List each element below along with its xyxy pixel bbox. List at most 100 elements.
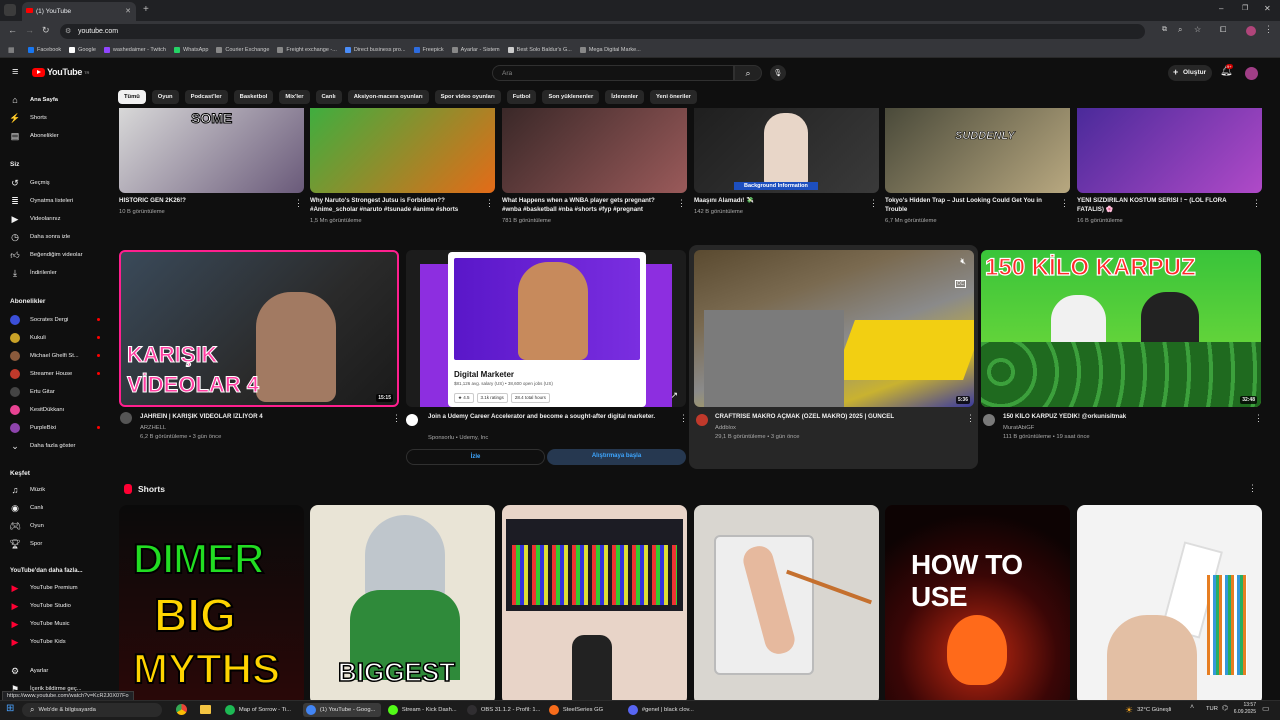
reload-icon[interactable]: ↻ — [42, 25, 50, 36]
ad-start-button[interactable]: Alıştırmaya başla — [547, 449, 686, 465]
sidebar-item[interactable]: ⌂ Ana Sayfa — [10, 95, 100, 105]
video-title[interactable]: CRAFTRİSE MAKRO AÇMAK (ÖZEL MAKRO) 2025 … — [715, 413, 965, 422]
taskbar-app[interactable]: OBS 31.1.2 - Profil: 1... — [464, 703, 542, 717]
tab-search-button[interactable] — [4, 4, 16, 16]
taskbar-app[interactable]: #genel | black clov... — [625, 703, 703, 717]
video-thumbnail[interactable]: SOME — [119, 108, 304, 193]
ad-title[interactable]: Join a Udemy Career Accelerator and beco… — [428, 413, 668, 431]
tab-close-icon[interactable]: ✕ — [125, 7, 131, 15]
sidebar-item[interactable]: Michael Ghelfi St... — [10, 351, 100, 361]
short-card-4[interactable] — [694, 505, 879, 705]
weather-widget[interactable]: ☀ 32°C Güneşli — [1125, 703, 1171, 717]
chip-filter[interactable]: Aksiyon-macera oyunları — [347, 90, 429, 104]
chip-filter[interactable]: Basketbol — [233, 90, 274, 104]
ad-thumbnail[interactable]: Digital Marketer $81,126 avg. salary (US)… — [406, 250, 686, 407]
channel-avatar[interactable] — [120, 412, 132, 424]
video-thumbnail[interactable]: 🔇︎ CC 5:36 — [694, 250, 974, 407]
notifications-bell-icon[interactable]: 🔔︎ 9+ — [1220, 64, 1233, 77]
video-more-icon[interactable]: ⋮ — [869, 199, 878, 208]
site-info-icon[interactable]: ⚙ — [65, 27, 71, 35]
bookmark-item[interactable]: Direct business pro... — [344, 46, 406, 53]
channel-avatar[interactable] — [983, 414, 995, 426]
sidebar-item[interactable]: ▶ YouTube Music — [10, 619, 100, 629]
sidebar-item[interactable]: 👍︎ Beğendiğim videolar — [10, 250, 100, 260]
sidebar-section-subscriptions[interactable]: Abonelikler — [10, 298, 45, 305]
sidebar-section-you[interactable]: Siz — [10, 161, 19, 168]
chip-filter[interactable]: Son yüklenenler — [542, 90, 600, 104]
video-more-icon[interactable]: ⋮ — [392, 414, 401, 423]
sidebar-item[interactable]: ⌄ Daha fazla göster — [10, 441, 100, 451]
zoom-icon[interactable]: ⌕ — [1178, 25, 1182, 35]
clock[interactable]: 13:57 6.09.2025 — [1226, 702, 1256, 716]
sidebar-item[interactable]: PurpleBixi — [10, 423, 100, 433]
sidebar-item[interactable]: ⚡ Shorts — [9, 113, 100, 123]
sidebar-item[interactable]: ↺ Geçmiş — [10, 178, 100, 188]
tray-chevron-icon[interactable]: ˄ — [1190, 704, 1194, 711]
cast-icon[interactable]: ⧉ — [1162, 26, 1167, 34]
chip-filter[interactable]: Mix'ler — [279, 90, 310, 104]
video-title[interactable]: YENİ SIZDIRILAN KOSTÜM SERİSİ ! ~ (LOL F… — [1077, 197, 1247, 215]
sidebar-item[interactable]: ▶ YouTube Premium — [10, 583, 100, 593]
channel-name[interactable]: MuratAbiGF — [1003, 425, 1034, 431]
bookmark-item[interactable]: WhatsApp — [174, 46, 208, 53]
sidebar-item[interactable]: ♫ Müzik — [10, 485, 100, 495]
video-title[interactable]: 150 KİLO KARPUZ YEDİK! @orkunisitmak — [1003, 413, 1243, 422]
video-title[interactable]: JAHREİN | KARIŞIK VİDEOLAR İZLİYOR 4 — [140, 413, 390, 422]
voice-search-button[interactable]: 🎙 — [770, 65, 786, 81]
file-explorer-icon[interactable] — [200, 705, 211, 714]
restore-icon[interactable]: ❐ — [1242, 4, 1248, 12]
short-card-1[interactable]: DIMER BIG MYTHS — [119, 505, 304, 705]
channel-name[interactable]: ARZHELL — [140, 425, 166, 431]
shorts-more-icon[interactable]: ⋮ — [1248, 484, 1257, 493]
browser-menu-icon[interactable]: ⋮ — [1264, 24, 1273, 35]
video-more-icon[interactable]: ⋮ — [1060, 199, 1069, 208]
search-input[interactable]: Ara — [492, 65, 734, 81]
extensions-icon[interactable]: ⧠ — [1220, 25, 1226, 35]
input-language[interactable]: TUR — [1206, 706, 1218, 712]
bookmark-item[interactable]: Ayarlar - Sistem — [451, 46, 500, 53]
taskbar-search[interactable]: ⌕ Web'de & bilgisayarda — [22, 703, 162, 717]
sidebar-item[interactable]: ⚙ Ayarlar — [10, 666, 100, 676]
chip-filter[interactable]: Yeni öneriler — [650, 90, 697, 104]
sidebar-item[interactable]: Socrates Dergi — [10, 315, 100, 325]
short-card-2[interactable]: BIGGEST — [310, 505, 495, 705]
ad-more-icon[interactable]: ⋮ — [679, 414, 688, 423]
video-thumbnail[interactable]: Background Information — [694, 108, 879, 193]
chip-filter[interactable]: Podcast'ler — [184, 90, 228, 104]
chip-filter[interactable]: Futbol — [506, 90, 537, 104]
new-tab-icon[interactable]: + — [143, 4, 149, 15]
mute-icon[interactable]: 🔇︎ — [960, 256, 966, 267]
channel-name[interactable]: Addblox — [715, 425, 736, 431]
youtube-logo[interactable]: YouTube TR — [32, 67, 89, 77]
sidebar-item[interactable]: ▶ YouTube Studio — [10, 601, 100, 611]
video-thumbnail[interactable]: 150 KİLO KARPUZ 32:48 — [981, 250, 1261, 407]
video-more-icon[interactable]: ⋮ — [485, 199, 494, 208]
sidebar-item[interactable]: Kukuli — [10, 333, 100, 343]
video-thumbnail[interactable]: KARIŞIK VİDEOLAR 4 15:15 — [119, 250, 399, 407]
taskbar-app[interactable]: Map of Sorrow - Ti... — [222, 703, 300, 717]
bookmark-item[interactable]: washedaimer - Twitch — [103, 46, 166, 53]
video-thumbnail[interactable] — [502, 108, 687, 193]
sidebar-item[interactable]: KesitDükkanı — [10, 405, 100, 415]
captions-icon[interactable]: CC — [954, 280, 966, 288]
video-thumbnail[interactable] — [1077, 108, 1262, 193]
sidebar-item[interactable]: Ertu Gitar — [10, 387, 100, 397]
apps-grid-icon[interactable]: ▦ — [8, 46, 15, 54]
sidebar-item[interactable]: ◷ Daha sonra izle — [10, 232, 100, 242]
chip-filter[interactable]: Canlı — [315, 90, 342, 104]
window-close-icon[interactable]: ✕ — [1264, 4, 1271, 13]
video-thumbnail[interactable]: SUDDENLY — [885, 108, 1070, 193]
menu-hamburger-icon[interactable]: ≡ — [12, 66, 18, 78]
external-link-icon[interactable]: ↗ — [670, 390, 678, 401]
chip-filter[interactable]: Spor video oyunları — [434, 90, 501, 104]
url-field[interactable]: ⚙ youtube.com — [60, 24, 1145, 39]
video-title[interactable]: Tokyo's Hidden Trap – Just Looking Could… — [885, 197, 1055, 215]
video-thumbnail[interactable] — [310, 108, 495, 193]
bookmark-item[interactable]: Freepick — [413, 46, 444, 53]
windows-start-icon[interactable]: ⊞ — [6, 703, 14, 714]
taskbar-app[interactable]: (1) YouTube - Goog... — [303, 703, 381, 717]
video-more-icon[interactable]: ⋮ — [1252, 199, 1261, 208]
chip-filter[interactable]: İzlenenler — [605, 90, 645, 104]
bookmark-star-icon[interactable]: ☆ — [1194, 25, 1201, 34]
sidebar-item[interactable]: ▶ YouTube Kids — [10, 637, 100, 647]
